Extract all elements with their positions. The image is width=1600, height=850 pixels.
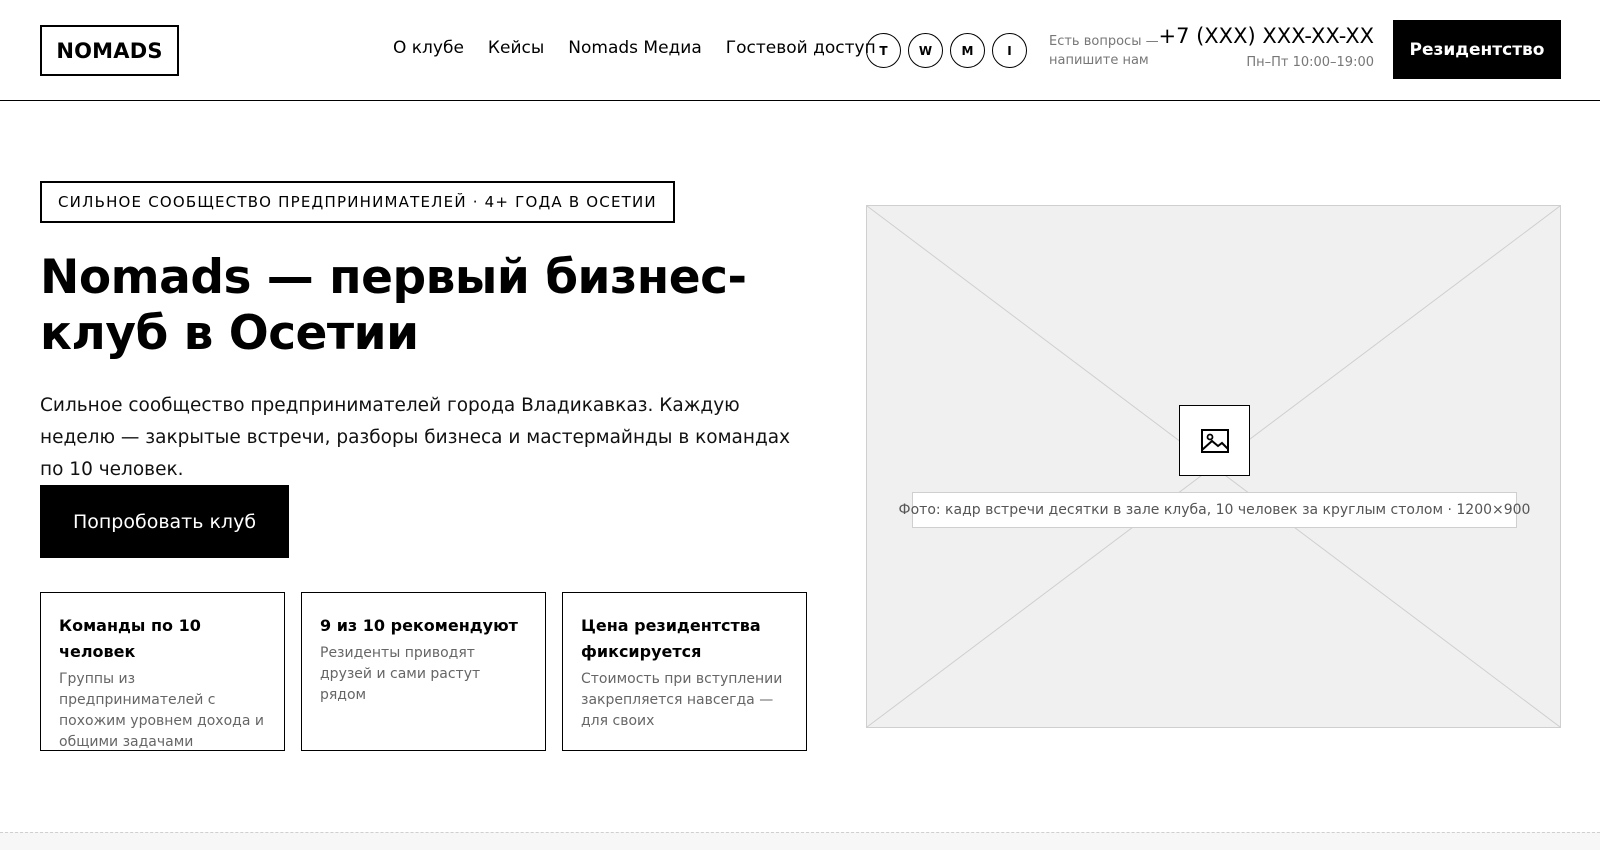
telegram-icon[interactable]: T [866, 33, 901, 68]
feature-card: Цена резидентства фиксируется Стоимость … [562, 592, 807, 751]
nav-link-media[interactable]: Nomads Медиа [568, 38, 702, 58]
site-header: NOMADS О клубе Кейсы Nomads Медиа Гостев… [0, 0, 1600, 101]
nav-link-guest-access[interactable]: Гостевой доступ [726, 38, 876, 58]
hero-title: Nomads — первый бизнес-клуб в Осетии [40, 250, 747, 361]
whatsapp-icon[interactable]: W [908, 33, 943, 68]
feature-card: Команды по 10 человек Группы из предприн… [40, 592, 285, 751]
feature-title: Цена резидентства фиксируется [581, 616, 761, 661]
main-nav: О клубе Кейсы Nomads Медиа Гостевой дост… [393, 38, 876, 58]
social-links: T W M I [866, 33, 1027, 68]
feature-cards: Команды по 10 человек Группы из предприн… [40, 592, 807, 751]
max-icon[interactable]: M [950, 33, 985, 68]
hero-tag: СИЛЬНОЕ СООБЩЕСТВО ПРЕДПРИНИМАТЕЛЕЙ · 4+… [40, 181, 675, 223]
section-divider [0, 832, 1600, 850]
try-club-button[interactable]: Попробовать клуб [40, 485, 289, 558]
feature-title: Команды по 10 человек [59, 616, 201, 661]
feature-title: 9 из 10 рекомендуют [320, 616, 518, 635]
phone-block: +7 (XXX) XXX-XX-XX Пн–Пт 10:00–19:00 [1158, 24, 1374, 70]
nav-link-cases[interactable]: Кейсы [488, 38, 544, 58]
working-hours: Пн–Пт 10:00–19:00 [1246, 55, 1374, 70]
feature-text: Резиденты приводят друзей и сами растут … [320, 645, 481, 703]
feature-text: Стоимость при вступлении закрепляется на… [581, 671, 783, 729]
phone-number[interactable]: +7 (XXX) XXX-XX-XX [1158, 24, 1374, 48]
residency-button[interactable]: Резидентство [1393, 20, 1561, 79]
feature-text: Группы из предпринимателей с похожим уро… [59, 671, 264, 750]
nav-link-about[interactable]: О клубе [393, 38, 464, 58]
feature-card: 9 из 10 рекомендуют Резиденты приводят д… [301, 592, 546, 751]
image-icon [1179, 405, 1250, 476]
photo-placeholder: Фото: кадр встречи десятки в зале клуба,… [866, 205, 1561, 728]
logo[interactable]: NOMADS [40, 25, 179, 76]
instagram-icon[interactable]: I [992, 33, 1027, 68]
contact-prompt-line1: Есть вопросы — [1049, 34, 1159, 49]
photo-caption: Фото: кадр встречи десятки в зале клуба,… [899, 492, 1530, 528]
hero-subtitle: Сильное сообщество предпринимателей горо… [40, 395, 791, 480]
contact-prompt: Есть вопросы — напишите нам [1049, 32, 1159, 70]
contact-prompt-line2: напишите нам [1049, 53, 1149, 68]
